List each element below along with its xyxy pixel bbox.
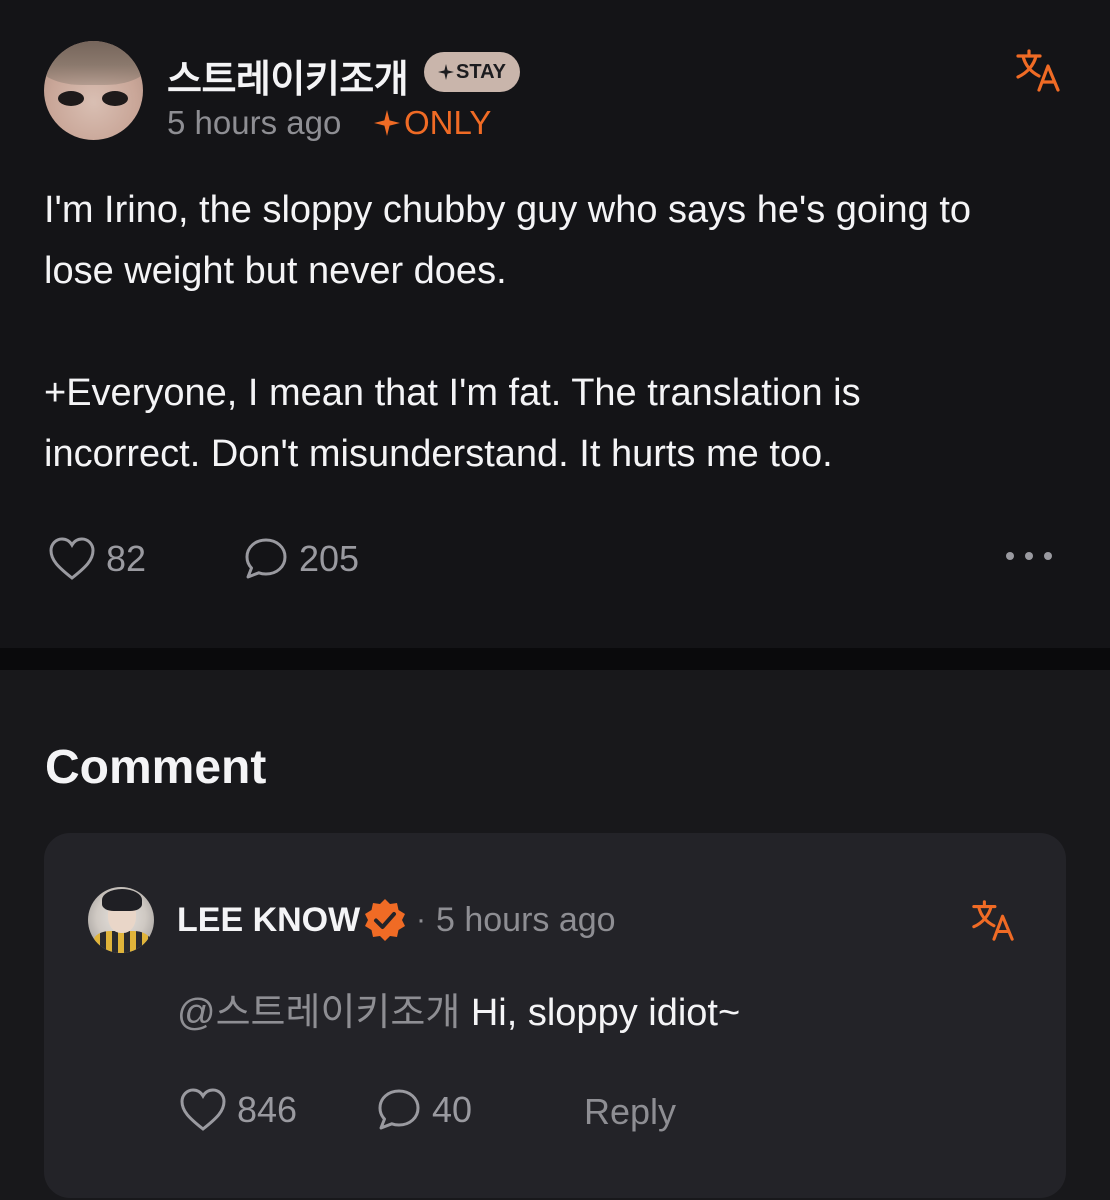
translate-icon[interactable] [1014,46,1062,94]
avatar-eye-left [58,91,84,106]
speech-bubble-icon [245,538,287,579]
post-body-text: I'm Irino, the sloppy chubby guy who say… [44,189,972,475]
comment-section: Comment LEE KNOW · 5 hours ago @스트레이키조개 … [0,670,1110,1200]
post: 스트레이키조개 STAY 5 hours ago ONLY I'm Irino,… [0,0,1110,648]
author-avatar[interactable] [44,41,143,140]
comment-replies-button[interactable]: 40 [376,1087,472,1133]
only-tag: ONLY [374,104,491,142]
comment-text: Hi, sloppy idiot~ [460,992,741,1034]
stay-badge: STAY [424,52,521,92]
comment-reply-count: 40 [432,1089,473,1130]
verified-badge-icon [365,899,405,941]
avatar-eye-right [102,91,128,106]
stay-badge-label: STAY [456,60,507,83]
commenter-avatar[interactable] [88,887,154,953]
translate-icon[interactable] [970,897,1016,943]
comment-button[interactable]: 205 [243,536,359,582]
avatar-hair [44,41,143,85]
comment-like-count: 846 [237,1089,298,1130]
only-tag-label: ONLY [404,104,492,141]
author-name[interactable]: 스트레이키조개 [167,48,409,103]
heart-icon [49,537,95,580]
like-count: 82 [106,538,147,579]
sparkle-icon [438,64,454,80]
meta-separator: · [416,903,426,936]
more-horizontal-icon [1006,552,1014,560]
heart-icon [180,1088,226,1131]
comment-body: @스트레이키조개 Hi, sloppy idiot~ [177,981,740,1036]
speech-bubble-icon [378,1089,420,1130]
more-options-button[interactable] [1006,552,1052,560]
like-button[interactable]: 82 [48,536,146,582]
comment-timestamp: 5 hours ago [436,901,616,939]
comment-heading: Comment [45,741,267,794]
sparkle-icon [374,110,400,136]
comment-mention[interactable]: @스트레이키조개 [177,992,460,1034]
comment-count: 205 [299,538,360,579]
comment-card: LEE KNOW · 5 hours ago @스트레이키조개 Hi, slop… [44,833,1066,1198]
post-timestamp: 5 hours ago [167,104,342,141]
section-divider [0,648,1110,670]
reply-button[interactable]: Reply [584,1091,676,1133]
commenter-name[interactable]: LEE KNOW [177,901,360,940]
comment-like-button[interactable]: 846 [179,1087,297,1133]
